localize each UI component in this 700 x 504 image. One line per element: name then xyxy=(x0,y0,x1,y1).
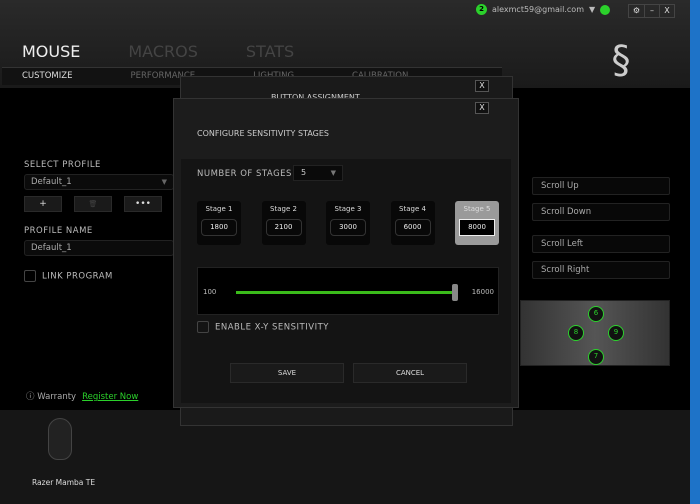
slider-min-label: 100 xyxy=(203,288,217,296)
status-icon[interactable] xyxy=(600,4,611,15)
warranty-row: ⓘ Warranty Register Now xyxy=(26,390,138,402)
slider-thumb[interactable] xyxy=(452,284,458,301)
save-button[interactable]: SAVE xyxy=(230,363,344,383)
close-button[interactable]: X xyxy=(659,5,674,17)
xy-sensitivity-checkbox[interactable] xyxy=(197,321,209,333)
stage-dpi-input[interactable]: 3000 xyxy=(330,219,366,236)
link-program-row[interactable]: LINK PROGRAM xyxy=(24,270,174,282)
profile-select[interactable]: Default_1 ▼ xyxy=(24,174,174,190)
stage-4[interactable]: Stage 4 6000 xyxy=(390,201,435,245)
xy-sensitivity-row[interactable]: ENABLE X-Y SENSITIVITY xyxy=(197,321,329,333)
link-program-checkbox[interactable] xyxy=(24,270,36,282)
account-area[interactable]: 2 alexmct59@gmail.com ▼ xyxy=(476,4,611,15)
dialog-close-button[interactable]: X xyxy=(475,102,489,114)
device-mouse-image[interactable] xyxy=(48,418,72,460)
stage-dpi-input[interactable]: 1800 xyxy=(201,219,237,236)
mouse-button-8[interactable]: 8 xyxy=(568,325,584,341)
slider-max-label: 16000 xyxy=(471,288,494,296)
add-profile-button[interactable]: + xyxy=(24,196,62,212)
more-options-button[interactable]: ••• xyxy=(124,196,162,212)
stage-3[interactable]: Stage 3 3000 xyxy=(326,201,370,245)
device-name: Razer Mamba TE xyxy=(32,478,96,487)
mouse-button-9[interactable]: 9 xyxy=(608,325,624,341)
info-icon: ⓘ xyxy=(26,392,38,402)
sensitivity-stages-dialog: X CONFIGURE SENSITIVITY STAGES NUMBER OF… xyxy=(173,98,519,408)
profile-panel: SELECT PROFILE Default_1 ▼ + 🗑 ••• PROFIL… xyxy=(24,160,174,282)
mouse-diagram: 6 8 9 7 xyxy=(520,300,670,366)
settings-button[interactable]: ⚙ xyxy=(629,5,644,17)
stage-1[interactable]: Stage 1 1800 xyxy=(197,201,241,245)
notification-badge[interactable]: 2 xyxy=(476,4,487,15)
stage-dpi-input[interactable]: 8000 xyxy=(459,219,495,236)
assignment-scroll-down[interactable]: Scroll Down xyxy=(532,203,670,221)
register-now-link[interactable]: Register Now xyxy=(82,392,138,402)
select-profile-label: SELECT PROFILE xyxy=(24,160,101,170)
stage-label: Stage 1 xyxy=(205,205,233,213)
chevron-down-icon[interactable]: ▼ xyxy=(589,5,595,14)
delete-profile-button[interactable]: 🗑 xyxy=(74,196,112,212)
header: 2 alexmct59@gmail.com ▼ ⚙ – X MOUSE MACR… xyxy=(0,0,690,88)
chevron-down-icon: ▼ xyxy=(330,169,336,177)
assignment-scroll-up[interactable]: Scroll Up xyxy=(532,177,670,195)
razer-logo-icon: § xyxy=(611,38,631,82)
tab-mouse[interactable]: MOUSE xyxy=(22,42,80,61)
xy-sensitivity-label: ENABLE X-Y SENSITIVITY xyxy=(215,322,329,333)
stage-label: Stage 4 xyxy=(399,205,426,213)
stage-2[interactable]: Stage 2 2100 xyxy=(261,201,306,245)
cancel-button[interactable]: CANCEL xyxy=(353,363,467,383)
main-nav: MOUSE MACROS STATS xyxy=(22,42,294,61)
assignment-scroll-left[interactable]: Scroll Left xyxy=(532,235,670,253)
profile-name-input[interactable]: Default_1 xyxy=(24,240,174,256)
sensitivity-slider-box: 100 16000 xyxy=(197,267,499,315)
link-program-label: LINK PROGRAM xyxy=(42,271,113,282)
stage-dpi-input[interactable]: 6000 xyxy=(394,219,431,236)
sensitivity-slider[interactable] xyxy=(236,284,458,301)
chevron-down-icon: ▼ xyxy=(161,178,167,186)
stage-dpi-input[interactable]: 2100 xyxy=(265,219,302,236)
stage-5[interactable]: Stage 5 8000 xyxy=(455,201,499,245)
tab-macros[interactable]: MACROS xyxy=(128,42,198,61)
tab-customize[interactable]: CUSTOMIZE xyxy=(22,68,72,85)
window-controls: ⚙ – X xyxy=(628,4,675,18)
button-assignment-close[interactable]: X xyxy=(475,80,489,92)
tab-stats[interactable]: STATS xyxy=(246,42,294,61)
dialog-body: NUMBER OF STAGES 5 ▼ Stage 1 1800 Stage 2 21… xyxy=(181,159,511,403)
profile-name-label: PROFILE NAME xyxy=(24,226,93,236)
slider-fill xyxy=(236,291,458,294)
stage-label: Stage 2 xyxy=(270,205,297,213)
profile-select-value: Default_1 xyxy=(31,177,72,187)
stage-label: Stage 5 xyxy=(463,205,491,213)
warranty-label: Warranty xyxy=(37,392,77,402)
dialog-title: CONFIGURE SENSITIVITY STAGES xyxy=(197,129,329,138)
account-email[interactable]: alexmct59@gmail.com xyxy=(492,5,584,14)
stage-label: Stage 3 xyxy=(334,205,362,213)
minimize-button[interactable]: – xyxy=(644,5,659,17)
mouse-button-6[interactable]: 6 xyxy=(588,306,604,322)
number-of-stages-value: 5 xyxy=(301,168,307,177)
assignment-scroll-right[interactable]: Scroll Right xyxy=(532,261,670,279)
number-of-stages-select[interactable]: 5 ▼ xyxy=(293,165,343,181)
razer-synapse-window: 2 alexmct59@gmail.com ▼ ⚙ – X MOUSE MACR… xyxy=(0,0,690,504)
number-of-stages-label: NUMBER OF STAGES xyxy=(197,169,292,179)
assignment-list: Scroll Up Scroll Down Scroll Left Scroll… xyxy=(532,177,670,287)
mouse-button-7[interactable]: 7 xyxy=(588,349,604,365)
